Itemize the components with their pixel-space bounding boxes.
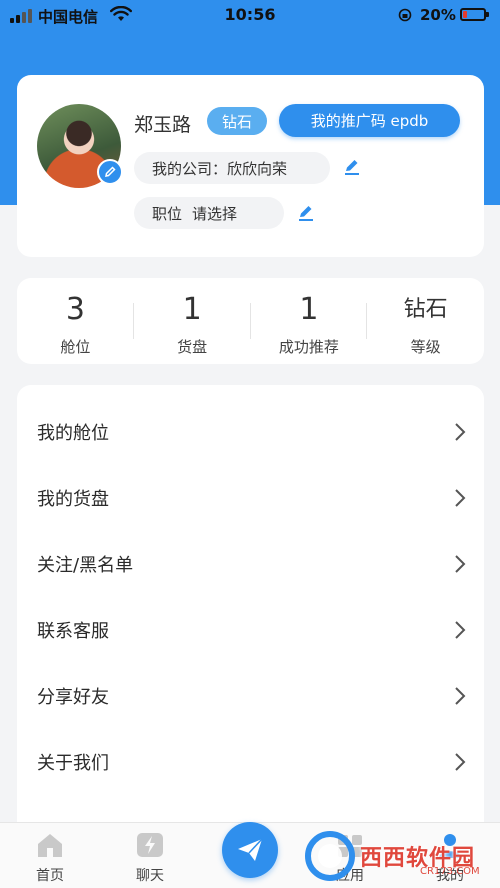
tab-chat[interactable]: 聊天 — [110, 823, 190, 888]
battery-icon — [460, 8, 489, 21]
avatar-edit-badge[interactable] — [97, 159, 123, 185]
stat-cargo[interactable]: 1 货盘 — [134, 278, 251, 364]
menu-item-label: 我的货盘 — [37, 489, 109, 510]
position-field[interactable]: 职位 请选择 — [134, 197, 284, 229]
menu-item-my-cargo[interactable]: 我的货盘 — [17, 465, 484, 531]
profile-card: 郑玉路 钻石 我的推广码 epdb 我的公司：欣欣向荣 职位 请选择 — [17, 75, 484, 257]
paper-plane-icon — [238, 838, 263, 861]
chevron-right-icon — [455, 687, 466, 705]
position-label: 职位 — [152, 204, 183, 223]
company-field[interactable]: 我的公司：欣欣向荣 — [134, 152, 330, 184]
pencil-icon — [105, 166, 116, 177]
menu-item-about-us[interactable]: 关于我们 — [17, 729, 484, 795]
level-badge: 钻石 — [207, 107, 267, 135]
menu-item-label: 关注/黑名单 — [37, 555, 134, 576]
menu-list: 我的舱位 我的货盘 关注/黑名单 联系客服 分享好友 关于我们 — [17, 385, 484, 825]
menu-item-share-friends[interactable]: 分享好友 — [17, 663, 484, 729]
home-icon — [38, 834, 62, 857]
stat-level[interactable]: 钻石 等级 — [367, 278, 484, 364]
watermark-subtext: CR173.COM — [420, 866, 480, 877]
stat-label: 货盘 — [177, 338, 208, 356]
battery-percent: 20% — [420, 6, 456, 24]
stat-value: 3 — [65, 292, 85, 327]
chevron-right-icon — [455, 423, 466, 441]
edit-position-icon[interactable] — [296, 203, 316, 223]
referral-code-button[interactable]: 我的推广码 epdb — [279, 104, 460, 137]
menu-item-contact-support[interactable]: 联系客服 — [17, 597, 484, 663]
chevron-right-icon — [455, 555, 466, 573]
tab-label: 首页 — [36, 868, 64, 884]
stat-label: 舱位 — [60, 338, 91, 356]
chevron-right-icon — [455, 753, 466, 771]
user-name: 郑玉路 — [134, 114, 192, 136]
stat-berths[interactable]: 3 舱位 — [17, 278, 134, 364]
status-bar: 中国电信 10:56 20% — [0, 0, 500, 30]
menu-item-label: 联系客服 — [37, 621, 109, 642]
company-text: 我的公司：欣欣向荣 — [152, 159, 288, 178]
menu-item-label: 分享好友 — [37, 687, 109, 708]
stat-value: 钻石 — [403, 297, 448, 322]
publish-button[interactable] — [222, 822, 278, 878]
menu-item-label: 关于我们 — [37, 753, 109, 774]
chevron-right-icon — [455, 621, 466, 639]
stats-card: 3 舱位 1 货盘 1 成功推荐 钻石 等级 — [17, 278, 484, 364]
chat-icon — [137, 833, 163, 857]
stat-label: 成功推荐 — [278, 338, 339, 356]
stat-referrals[interactable]: 1 成功推荐 — [251, 278, 368, 364]
chevron-right-icon — [455, 489, 466, 507]
stat-value: 1 — [182, 292, 202, 327]
tab-home[interactable]: 首页 — [10, 823, 90, 888]
edit-company-icon[interactable] — [342, 157, 362, 177]
stat-value: 1 — [299, 292, 319, 327]
menu-item-label: 我的舱位 — [37, 423, 109, 444]
menu-item-my-berths[interactable]: 我的舱位 — [17, 399, 484, 465]
position-value: 请选择 — [192, 204, 238, 223]
tab-label: 聊天 — [136, 868, 164, 884]
menu-item-follow-blacklist[interactable]: 关注/黑名单 — [17, 531, 484, 597]
stat-label: 等级 — [410, 338, 441, 356]
rotation-lock-icon — [398, 8, 412, 22]
